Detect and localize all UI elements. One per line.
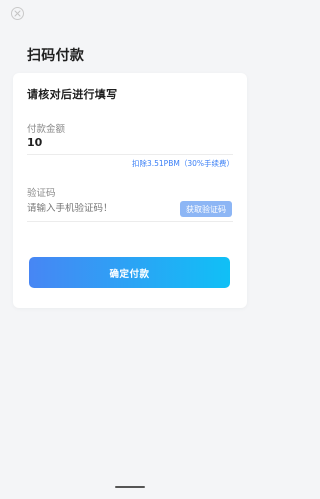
fee-note: 扣除3.51PBM（30%手续费） [131,159,234,168]
confirm-payment-button[interactable]: 确定付款 [29,257,230,288]
close-button[interactable] [11,7,24,20]
verification-divider [27,221,233,222]
verification-code-input[interactable] [27,203,177,214]
payment-card: 请核对后进行填写 付款金额 10 扣除3.51PBM（30%手续费） 验证码 获… [13,73,247,308]
amount-divider [27,154,233,155]
home-indicator[interactable] [115,486,145,488]
amount-label: 付款金额 [27,124,66,135]
close-icon [14,10,21,17]
get-code-button[interactable]: 获取验证码 [180,201,232,217]
verification-code-label: 验证码 [27,188,56,199]
page-title: 扫码付款 [27,48,85,64]
card-title: 请核对后进行填写 [27,88,118,101]
amount-field[interactable]: 10 [27,136,42,149]
